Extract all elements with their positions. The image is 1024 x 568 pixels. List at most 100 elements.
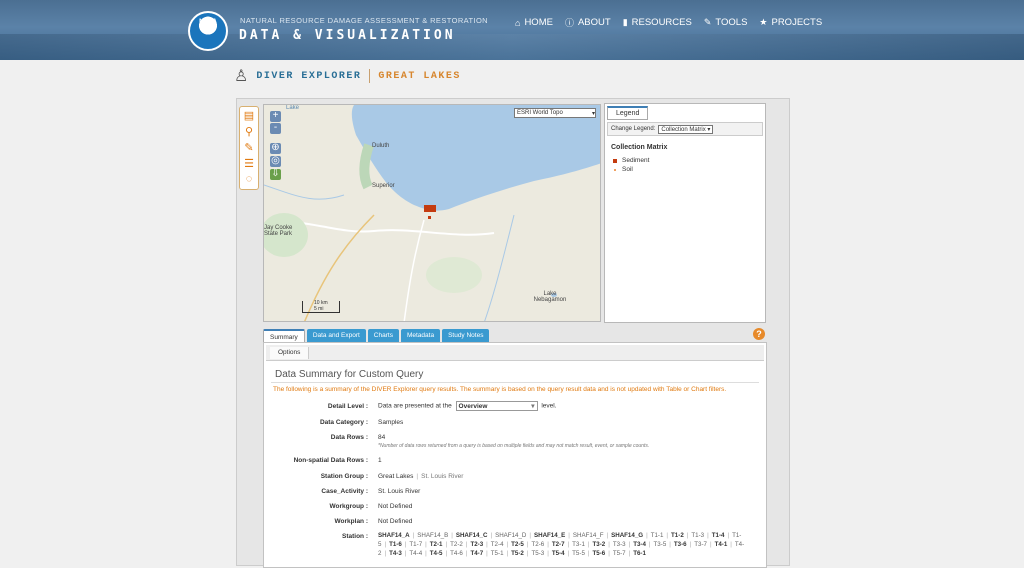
globe-icon[interactable]: ◎ — [270, 156, 281, 167]
station-link[interactable]: T5-5 — [572, 550, 585, 557]
separator: | — [606, 532, 609, 539]
detail-level-select[interactable]: Overview ▾ — [455, 401, 538, 411]
station-link[interactable]: T3-6 — [674, 541, 687, 548]
brand-title[interactable]: DATA & VISUALIZATION — [239, 28, 456, 43]
separator: | — [404, 541, 407, 548]
list-icon[interactable]: ☰ — [240, 155, 258, 171]
separator: | — [568, 532, 570, 539]
legend-select-value: Collection Matrix — [661, 126, 706, 133]
noaa-logo[interactable]: NOAA — [188, 11, 228, 51]
station-link[interactable]: T2-7 — [552, 541, 565, 548]
query-icon[interactable]: ▤ — [240, 107, 258, 123]
results-tabs: Summary Data and Export Charts Metadata … — [263, 329, 490, 342]
station-link[interactable]: T5-2 — [511, 550, 524, 557]
station-link[interactable]: T5-7 — [613, 550, 626, 557]
station-link[interactable]: T4-3 — [389, 550, 402, 557]
separator: | — [648, 541, 651, 548]
station-link[interactable]: T2-1 — [430, 541, 443, 548]
station-link[interactable]: T2-2 — [450, 541, 463, 548]
legend-select[interactable]: Collection Matrix ▾ — [658, 124, 714, 134]
station-link[interactable]: T5-6 — [593, 550, 606, 557]
station-group-value: Great Lakes | St. Louis River — [378, 473, 464, 480]
station-link[interactable]: T2-4 — [491, 541, 504, 548]
station-link[interactable]: T3-1 — [572, 541, 585, 548]
book-icon: ▮ — [622, 17, 628, 27]
divider — [271, 382, 759, 383]
station-link[interactable]: T3-7 — [694, 541, 707, 548]
tab-data-export[interactable]: Data and Export — [306, 329, 366, 342]
swatch-icon — [613, 158, 617, 163]
sample-marker[interactable] — [428, 216, 431, 219]
station-link[interactable]: T4-5 — [430, 550, 443, 557]
legend-item-label: Sediment — [622, 157, 650, 164]
home-extent-icon[interactable]: ⇩ — [270, 169, 281, 180]
change-legend-label: Change Legend: — [611, 126, 656, 132]
station-link[interactable]: T1-4 — [712, 532, 725, 539]
station-link[interactable]: T1-6 — [389, 541, 402, 548]
station-link[interactable]: T1-7 — [409, 541, 422, 548]
diver-icon: ♙ — [234, 68, 249, 85]
separator: | — [707, 532, 709, 539]
station-link[interactable]: SHAF14_G — [611, 532, 643, 539]
tab-metadata[interactable]: Metadata — [400, 329, 441, 342]
nav-label: ABOUT — [577, 17, 611, 28]
wooded-area — [359, 143, 374, 190]
help-icon[interactable]: ? — [753, 328, 765, 340]
station-link[interactable]: T3-5 — [654, 541, 667, 548]
station-link[interactable]: SHAF14_F — [573, 532, 604, 539]
station-link[interactable]: T5-4 — [552, 550, 565, 557]
station-link[interactable]: T1-2 — [671, 532, 684, 539]
station-link[interactable]: T3-2 — [593, 541, 606, 548]
station-link[interactable]: T5-3 — [531, 550, 544, 557]
swatch-icon — [614, 168, 616, 171]
station-link[interactable]: T1-1 — [651, 532, 664, 539]
nav-home[interactable]: ⌂ HOME — [515, 16, 553, 29]
chevron-down-icon: ▾ — [707, 126, 711, 133]
comment-icon[interactable]: ◌ — [240, 171, 258, 187]
station-group-item: St. Louis River — [421, 473, 464, 480]
nav-resources[interactable]: ▮ RESOURCES — [623, 16, 692, 29]
separator: | — [384, 550, 387, 557]
station-link[interactable]: SHAF14_E — [534, 532, 565, 539]
station-link[interactable]: T3-4 — [633, 541, 646, 548]
zoom-in-button[interactable]: + — [270, 111, 281, 122]
separator: | — [587, 541, 590, 548]
separator: | — [587, 550, 590, 557]
station-link[interactable]: T4-1 — [715, 541, 728, 548]
station-link[interactable]: T4-4 — [409, 550, 422, 557]
station-link[interactable]: T2-6 — [531, 541, 544, 548]
nav-tools[interactable]: ✎ TOOLS — [704, 16, 748, 29]
separator: | — [686, 532, 689, 539]
tab-study-notes[interactable]: Study Notes — [442, 329, 490, 342]
edit-icon[interactable]: ✎ — [240, 139, 258, 155]
separator: | — [727, 532, 730, 539]
tab-charts[interactable]: Charts — [367, 329, 399, 342]
station-link[interactable]: T5-1 — [491, 550, 504, 557]
zoom-box-icon[interactable]: ⊕ — [270, 143, 281, 154]
chevron-down-icon: ▾ — [591, 110, 595, 117]
station-link[interactable]: T4-7 — [470, 550, 483, 557]
station-link[interactable]: T4-6 — [450, 550, 463, 557]
zoom-out-button[interactable]: - — [270, 123, 281, 134]
basemap-select[interactable]: ESRI World Topo ▾ — [514, 108, 596, 118]
sample-marker[interactable] — [424, 205, 436, 212]
tab-legend[interactable]: Legend — [607, 106, 649, 120]
station-link[interactable]: T2-3 — [470, 541, 483, 548]
detail-level-value: Data are presented at the Overview ▾ leve… — [378, 401, 557, 411]
nav-projects[interactable]: ★ PROJECTS — [759, 16, 822, 29]
nav-about[interactable]: ⓘ ABOUT — [565, 16, 611, 29]
station-link[interactable]: T6-1 — [633, 550, 646, 557]
tab-summary[interactable]: Summary — [263, 329, 305, 342]
station-link[interactable]: T3-3 — [613, 541, 626, 548]
station-link[interactable]: T2-5 — [511, 541, 524, 548]
station-link[interactable]: SHAF14_A — [378, 532, 410, 539]
station-link[interactable]: SHAF14_B — [417, 532, 448, 539]
station-link[interactable]: SHAF14_D — [495, 532, 526, 539]
station-link[interactable]: SHAF14_C — [456, 532, 488, 539]
search-icon[interactable]: ⚲ — [240, 123, 258, 139]
separator: | — [506, 541, 509, 548]
separator: | — [465, 550, 468, 557]
map-view[interactable]: ESRI World Topo ▾ + - ⊕ ◎ ⇩ Duluth Superi… — [263, 104, 601, 322]
station-link[interactable]: T1-3 — [691, 532, 704, 539]
options-button[interactable]: Options — [270, 347, 310, 359]
